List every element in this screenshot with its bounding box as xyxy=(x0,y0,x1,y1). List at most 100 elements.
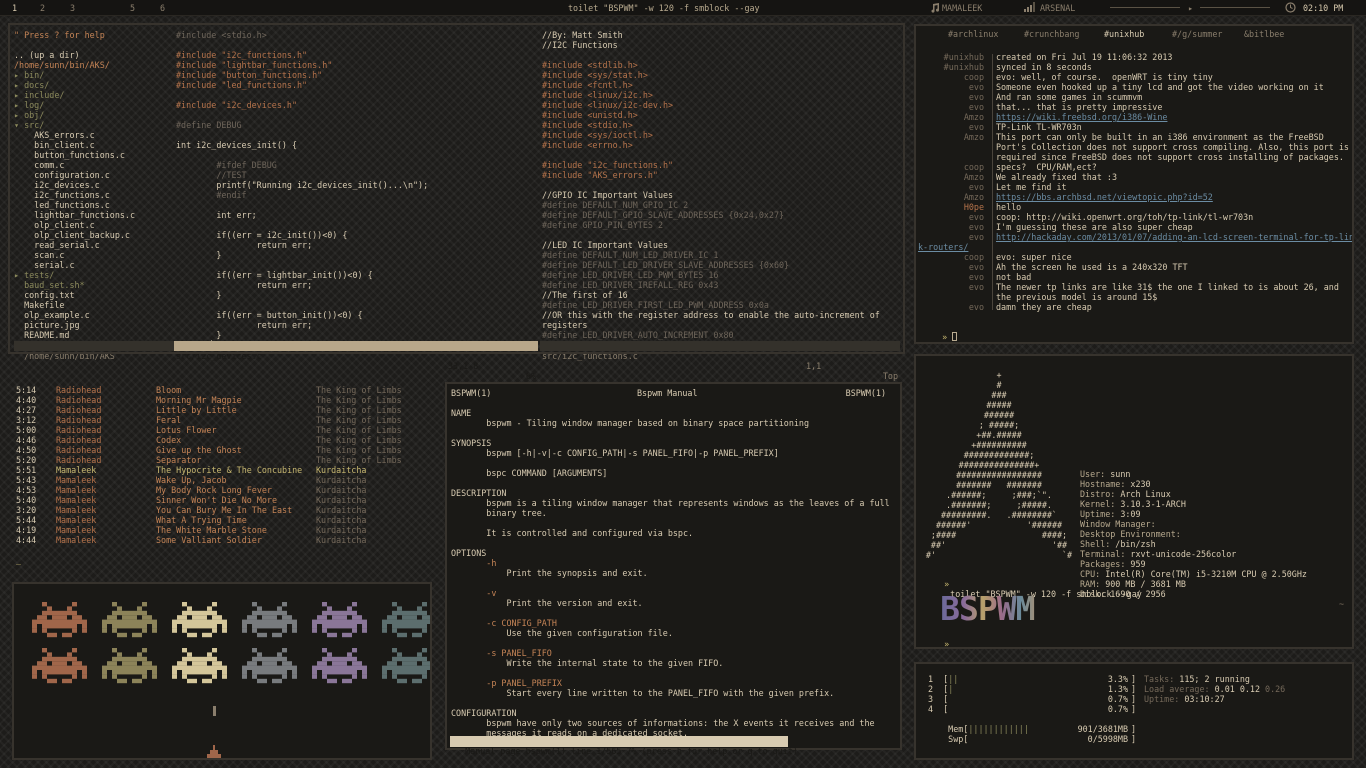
load-average: Load average: 0.01 0.12 0.26 xyxy=(1144,684,1285,694)
irc-message-text[interactable]: https://bbs.archbsd.net/viewtopic.php?id… xyxy=(996,192,1213,202)
tree-entry[interactable]: ▸ log/ xyxy=(14,100,135,110)
volume-slider[interactable] xyxy=(1200,7,1270,8)
tree-entry[interactable]: ▸ tests/ xyxy=(14,270,135,280)
banner-text: BSPWM xyxy=(940,589,1035,628)
irc-nick[interactable]: coop xyxy=(916,162,984,172)
irc-message: Port's Collection does not support cross… xyxy=(916,142,1352,152)
music-playlist-pane[interactable]: 5:14 Radiohead Bloom The King of Limbs 4:40 R… xyxy=(12,382,432,572)
track-length: 3:20 xyxy=(16,505,37,515)
tree-entry[interactable]: i2c_devices.c xyxy=(14,180,135,190)
irc-tab-bitlbee[interactable]: &bitlbee xyxy=(1244,29,1284,39)
editor-right-code[interactable]: //By: Matt Smith//I2C Functions #include … xyxy=(542,30,880,340)
tree-entry[interactable]: config.txt xyxy=(14,290,135,300)
irc-nick[interactable]: k-routers/ xyxy=(918,242,1118,252)
tree-entry[interactable]: /home/sunn/bin/AKS/ xyxy=(14,60,135,70)
tree-entry[interactable]: read_serial.c xyxy=(14,240,135,250)
load-1: 0.01 xyxy=(1209,684,1235,694)
editor-left-code[interactable]: #include <stdio.h> #include "i2c_function… xyxy=(176,30,428,350)
irc-tab-g-summer[interactable]: #/g/summer xyxy=(1172,29,1222,39)
irc-nick[interactable]: evo xyxy=(916,232,984,242)
irc-input[interactable]: » xyxy=(922,322,958,342)
workspace-5[interactable]: 5 xyxy=(130,3,135,13)
irc-message-text[interactable]: http://hackaday.com/2013/01/07/adding-an… xyxy=(996,232,1352,242)
irc-nick[interactable]: H0pe xyxy=(916,202,984,212)
tree-entry[interactable]: ▸ docs/ xyxy=(14,80,135,90)
irc-nick[interactable]: #unixhub xyxy=(916,52,984,62)
irc-message-text[interactable]: https://wiki.freebsd.org/i386-Wine xyxy=(996,112,1167,122)
track-length: 4:27 xyxy=(16,405,37,415)
tree-entry[interactable]: ▾ src/ xyxy=(14,120,135,130)
workspace-3[interactable]: 3 xyxy=(70,3,75,13)
info-value: 3.10.3-1-ARCH xyxy=(1115,499,1186,509)
track-length: 5:51 xyxy=(16,465,37,475)
irc-nick[interactable]: evo xyxy=(916,222,984,232)
irc-nick[interactable]: Amzo xyxy=(916,132,984,142)
irc-nick[interactable]: evo xyxy=(916,122,984,132)
code-line: int i2c_devices_init() { xyxy=(176,140,298,150)
tree-entry[interactable]: olp_example.c xyxy=(14,310,135,320)
terminal-pane[interactable]: + # ### ##### ######; #####; +##.##### +######… xyxy=(914,354,1354,649)
file-tree-list[interactable]: .. (up a dir)/home/sunn/bin/AKS/▸ bin/▸ … xyxy=(14,50,135,340)
irc-nick[interactable]: evo xyxy=(916,182,984,192)
tree-entry[interactable]: scan.c xyxy=(14,250,135,260)
tree-entry[interactable]: picture.jpg xyxy=(14,320,135,330)
tree-entry[interactable]: button_functions.c xyxy=(14,150,135,160)
man-page-pane[interactable]: BSPWM(1) Bspwm Manual BSPWM(1) NAME bspw… xyxy=(445,382,902,750)
tree-entry[interactable]: bin_client.c xyxy=(14,140,135,150)
tree-entry[interactable]: olp_client.c xyxy=(14,220,135,230)
tree-entry[interactable]: configuration.c xyxy=(14,170,135,180)
irc-nick[interactable]: Amzo xyxy=(916,192,984,202)
tree-entry[interactable]: lightbar_functions.c xyxy=(14,210,135,220)
irc-nick[interactable]: coop xyxy=(916,252,984,262)
tree-entry[interactable]: serial.c xyxy=(14,260,135,270)
tree-entry[interactable]: olp_client_backup.c xyxy=(14,230,135,240)
irc-nick[interactable]: evo xyxy=(916,272,984,282)
space-invaders-game[interactable] xyxy=(24,594,432,760)
tree-entry[interactable]: ▸ include/ xyxy=(14,90,135,100)
tree-help-text: " Press ? for help xyxy=(14,30,105,40)
editor-left-pane[interactable]: #include <stdio.h> #include "i2c_function… xyxy=(174,27,540,352)
irc-message-text: that... that is pretty impressive xyxy=(996,102,1163,112)
irc-pane[interactable]: #archlinux #crunchbang #unixhub #/g/summ… xyxy=(914,24,1354,344)
irc-nick[interactable]: evo xyxy=(916,212,984,222)
player-ship-icon[interactable] xyxy=(207,745,222,758)
irc-nick[interactable]: evo xyxy=(916,262,984,272)
space-invaders-pane[interactable] xyxy=(12,582,432,760)
workspace-6[interactable]: 6 xyxy=(160,3,165,13)
irc-nick[interactable]: Amzo xyxy=(916,112,984,122)
irc-nick[interactable]: evo xyxy=(916,102,984,112)
file-tree-pane[interactable]: " Press ? for help .. (up a dir)/home/su… xyxy=(12,27,174,352)
irc-nick[interactable]: #unixhub xyxy=(916,62,984,72)
tree-entry[interactable]: .. (up a dir) xyxy=(14,50,135,60)
tree-entry[interactable]: comm.c xyxy=(14,160,135,170)
irc-tab-unixhub[interactable]: #unixhub xyxy=(1104,29,1144,39)
irc-nick[interactable]: Amzo xyxy=(916,172,984,182)
workspace-1[interactable]: 1 xyxy=(12,3,17,13)
uptime-summary: Uptime: 03:10:27 xyxy=(1144,694,1225,704)
htop-pane[interactable]: 1 [|| 3.3%] 2 [| 1.3%] 3 [0.7%] 4 [0.7%] Mem[… xyxy=(914,662,1354,760)
tree-entry[interactable]: led_functions.c xyxy=(14,200,135,210)
tree-entry[interactable]: ▸ obj/ xyxy=(14,110,135,120)
editor-right-pane[interactable]: //By: Matt Smith//I2C Functions #include … xyxy=(540,27,902,352)
track-title: Wake Up, Jacob xyxy=(156,475,227,485)
irc-nick[interactable]: coop xyxy=(916,72,984,82)
irc-nick[interactable]: evo xyxy=(916,282,984,292)
tree-entry[interactable]: AKS_errors.c xyxy=(14,130,135,140)
irc-tab-crunchbang[interactable]: #crunchbang xyxy=(1024,29,1079,39)
irc-nick[interactable]: evo xyxy=(916,82,984,92)
tree-entry[interactable]: baud_set.sh* xyxy=(14,280,135,290)
irc-message: Amzo We already fixed that :3 xyxy=(916,172,1352,182)
irc-nick[interactable]: evo xyxy=(916,92,984,102)
irc-message: H0pe hello xyxy=(916,202,1352,212)
terminal-command-2[interactable]: » scrot ~ xyxy=(924,629,1344,647)
irc-nick[interactable]: evo xyxy=(916,302,984,312)
tree-entry[interactable]: ▸ bin/ xyxy=(14,70,135,80)
tree-entry[interactable]: README.md xyxy=(14,330,135,340)
tree-entry[interactable]: i2c_functions.c xyxy=(14,190,135,200)
irc-message: evo The newer tp links are like 31$ the o… xyxy=(916,282,1352,292)
tree-entry[interactable]: Makefile xyxy=(14,300,135,310)
man-line xyxy=(451,698,890,708)
workspace-2[interactable]: 2 xyxy=(40,3,45,13)
code-line: #define LED_DRIVER_FIRST_LED_PWM_ADDRESS… xyxy=(542,300,769,310)
irc-tab-archlinux[interactable]: #archlinux xyxy=(948,29,998,39)
